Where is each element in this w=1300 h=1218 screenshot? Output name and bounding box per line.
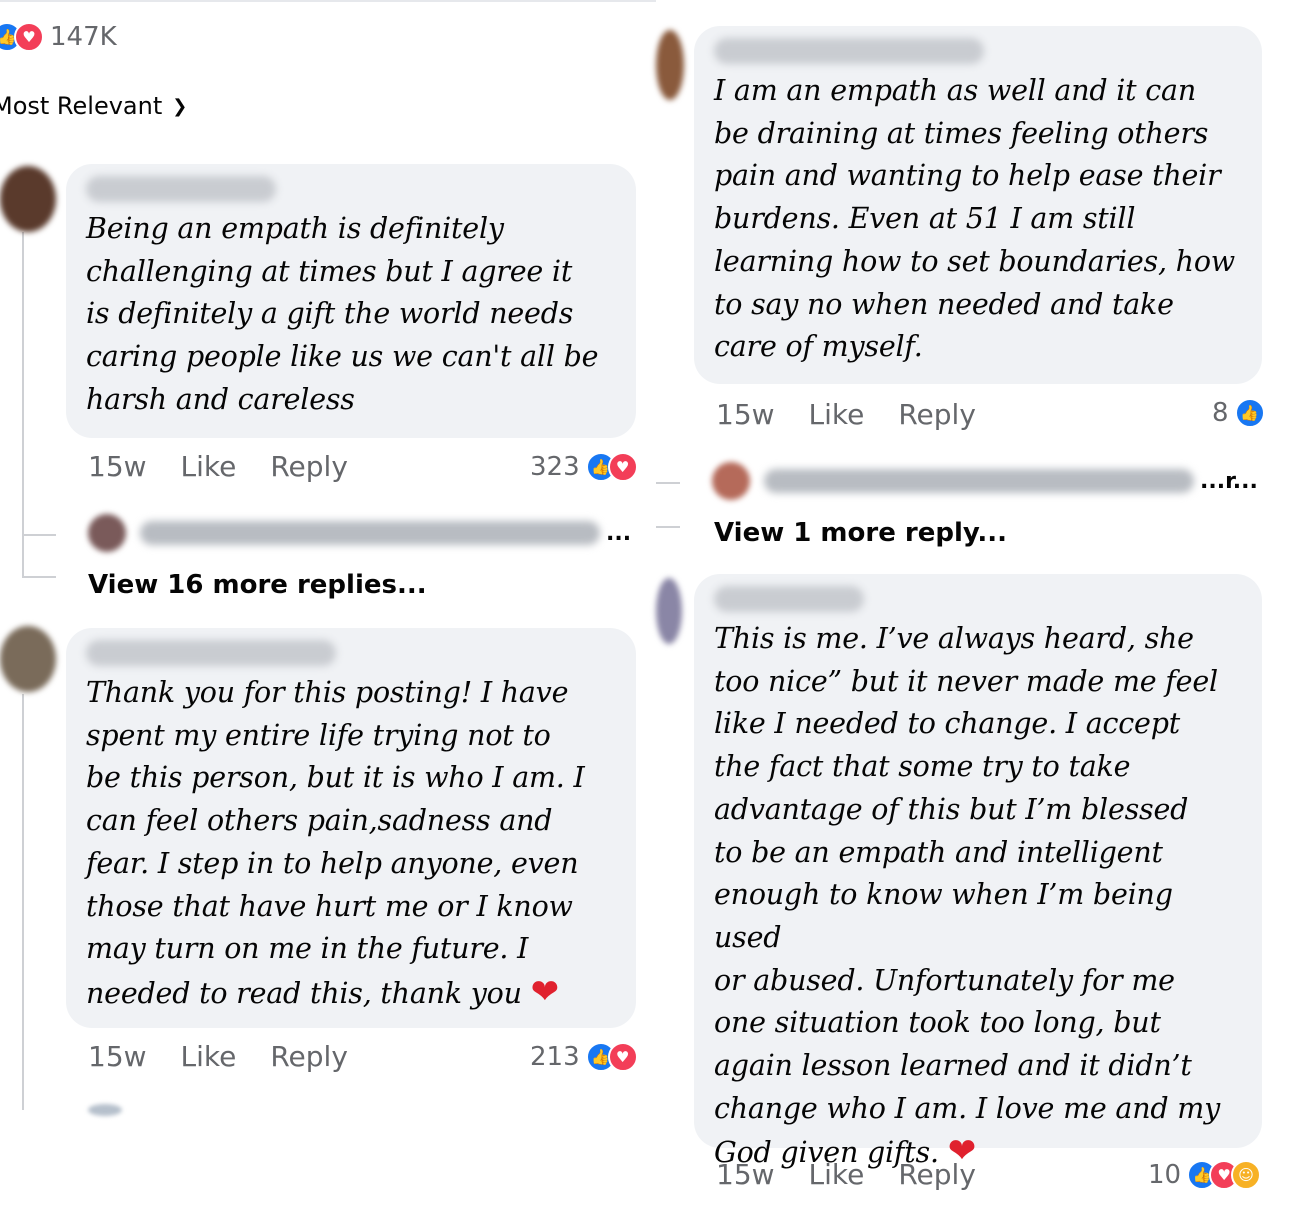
comment-bubble: I am an empath as well and it can be dra… (694, 26, 1262, 384)
author-name[interactable] (86, 176, 276, 202)
right-comment-column: I am an empath as well and it can be dra… (656, 0, 1300, 1218)
comment-time[interactable]: 15w (88, 450, 147, 483)
left-comment-column: 👍 ♥ 147K Most Relevant ❯ Being an empath… (0, 0, 656, 1218)
comment-reactions[interactable]: 8 👍 (1212, 398, 1265, 428)
reply-preview[interactable]: ... (88, 514, 631, 552)
reply-button[interactable]: Reply (270, 1040, 348, 1073)
comment-actions: 15w Like Reply (88, 1040, 382, 1073)
comment-time[interactable]: 15w (716, 398, 775, 431)
chevron-down-icon: ❯ (172, 95, 188, 117)
thread-line (22, 694, 24, 1110)
comment-bubble: This is me. I’ve always heard, she too n… (694, 574, 1262, 1171)
thread-branch (22, 534, 56, 536)
avatar[interactable] (656, 30, 684, 100)
avatar[interactable] (656, 578, 682, 644)
comment-time[interactable]: 15w (88, 1040, 147, 1073)
reaction-count: 10 (1148, 1160, 1182, 1190)
reply-button[interactable]: Reply (898, 398, 976, 431)
like-button[interactable]: Like (809, 1158, 865, 1191)
sort-label: Most Relevant (0, 92, 163, 120)
comment-actions: 15w Like Reply (716, 398, 1010, 431)
comment-reactions[interactable]: 10 👍 ♥ ☺ (1148, 1160, 1262, 1190)
reply-button[interactable]: Reply (898, 1158, 976, 1191)
avatar (88, 514, 126, 552)
like-button[interactable]: Like (809, 398, 865, 431)
comment-actions: 15w Like Reply (716, 1158, 1010, 1191)
view-more-replies[interactable]: View 1 more reply... (714, 518, 1007, 548)
post-reaction-summary[interactable]: 👍 ♥ 147K (0, 22, 117, 52)
comment-sort-dropdown[interactable]: Most Relevant ❯ (0, 92, 187, 120)
comment-bubble: Being an empath is definitely challengin… (66, 164, 636, 438)
comment-reactions[interactable]: 323 👍 ♥ (530, 452, 638, 482)
comment-text: I am an empath as well and it can be dra… (714, 74, 1235, 364)
like-icon: 👍 (1234, 398, 1265, 428)
author-name[interactable] (86, 640, 336, 666)
like-button[interactable]: Like (181, 450, 237, 483)
avatar (88, 1104, 122, 1116)
comment-text: This is me. I’ve always heard, she too n… (714, 618, 1242, 1175)
avatar[interactable] (0, 166, 56, 232)
top-divider (0, 0, 656, 2)
comment-time[interactable]: 15w (716, 1158, 775, 1191)
reply-preview[interactable]: ...r... (712, 462, 1258, 500)
comment-text: Thank you for this posting! I have spent… (86, 672, 616, 1016)
like-button[interactable]: Like (181, 1040, 237, 1073)
reaction-count: 8 (1212, 398, 1229, 428)
love-icon: ♥ (607, 452, 638, 482)
comment-reactions[interactable]: 213 👍 ♥ (530, 1042, 638, 1072)
heart-emoji-icon: ❤ (530, 971, 559, 1012)
comment-text: Being an empath is definitely challengin… (86, 212, 599, 416)
comment-body: Thank you for this posting! I have spent… (86, 676, 585, 1010)
reply-author-name (140, 521, 600, 545)
love-icon: ♥ (607, 1042, 638, 1072)
reply-ellipsis: ... (606, 520, 632, 546)
author-name[interactable] (714, 38, 984, 64)
thread-branch (656, 482, 680, 484)
reply-button[interactable]: Reply (270, 450, 348, 483)
reply-ellipsis: ...r... (1200, 468, 1258, 494)
reply-author-name (764, 469, 1194, 493)
comment-body: This is me. I’ve always heard, she too n… (714, 622, 1220, 1170)
avatar (712, 462, 750, 500)
comment-actions: 15w Like Reply (88, 450, 382, 483)
avatar[interactable] (0, 626, 56, 692)
author-name[interactable] (714, 586, 864, 612)
view-more-replies[interactable]: View 16 more replies... (88, 570, 427, 600)
thread-branch (22, 576, 56, 578)
thread-branch (656, 526, 680, 528)
post-reaction-count: 147K (50, 22, 117, 52)
care-icon: ☺ (1231, 1160, 1262, 1190)
love-icon: ♥ (14, 22, 44, 52)
comment-bubble: Thank you for this posting! I have spent… (66, 628, 636, 1028)
reaction-count: 323 (530, 452, 580, 482)
thread-line (22, 232, 24, 576)
reaction-count: 213 (530, 1042, 580, 1072)
